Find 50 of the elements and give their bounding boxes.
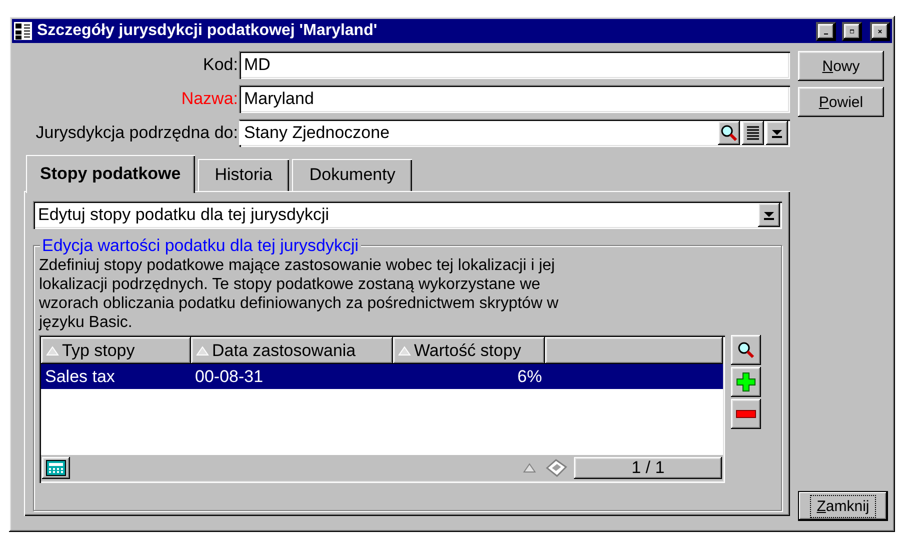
minus-icon <box>736 410 756 418</box>
field-label: Jurysdykcja podrzędna do: <box>34 123 239 143</box>
close-dialog-button[interactable]: Zamknij <box>798 491 888 521</box>
action-button[interactable]: Powiel <box>798 87 884 117</box>
field-label: Nazwa: <box>180 89 239 109</box>
calculator-icon <box>46 460 66 476</box>
group-legend: Edycja wartości podatku dla tej jurysdykcji <box>40 236 361 256</box>
close-button[interactable] <box>870 22 890 40</box>
table-cell-text: 6% <box>516 366 543 386</box>
calculator-button[interactable] <box>42 457 70 479</box>
sort-icon <box>46 346 59 356</box>
action-dropdown[interactable]: Edytuj stopy podatku dla tej jurysdykcji <box>33 201 782 229</box>
description-text: Zdefiniuj stopy podatkowe mające zastosowanie wobec tej lokalizacji i jej lokalizacji podrzędnych. Te stopy podatkowe zostaną wykorzystane we wzorach obliczania podatku definiowanych za pośrednictwem skryptów w języku Basic. <box>39 256 560 332</box>
search-icon <box>720 124 738 142</box>
caret-icon <box>771 128 783 138</box>
action-button[interactable]: Nowy <box>798 51 884 81</box>
add-button[interactable] <box>731 367 761 397</box>
remove-button[interactable] <box>731 399 761 429</box>
tab[interactable]: Stopy podatkowe <box>26 155 195 193</box>
minimize-icon <box>824 32 828 34</box>
table-row[interactable]: Sales tax 00-08-31 6% <box>41 364 723 389</box>
column-header[interactable]: Wartość stopy <box>393 337 545 364</box>
plus-icon <box>736 372 756 392</box>
minimize-button[interactable] <box>816 22 836 40</box>
sort-icon <box>398 346 411 356</box>
list-button[interactable] <box>742 121 764 145</box>
dropdown-button[interactable] <box>766 121 788 145</box>
tab[interactable]: Historia <box>198 159 290 191</box>
close-icon <box>878 26 882 36</box>
search-icon <box>737 341 755 359</box>
maximize-button[interactable] <box>842 22 862 40</box>
caret-icon <box>763 210 775 220</box>
lookup-field[interactable]: Stany Zjednoczone <box>239 119 790 147</box>
table-cell-text: Sales tax <box>44 366 116 386</box>
table-cell-text: 00-08-31 <box>194 366 264 386</box>
text-field[interactable]: MD <box>239 51 790 79</box>
app-icon <box>14 22 32 40</box>
text-field[interactable]: Maryland <box>239 85 790 113</box>
maximize-icon <box>850 26 854 36</box>
sort-icon <box>196 346 209 356</box>
tab[interactable]: Dokumenty <box>292 159 412 191</box>
column-header[interactable]: Typ stopy <box>41 337 191 364</box>
list-icon <box>746 125 760 141</box>
column-header[interactable]: Data zastosowania <box>191 337 393 364</box>
search-button[interactable] <box>731 335 761 365</box>
search-button[interactable] <box>718 121 740 145</box>
sort-icon <box>523 463 536 473</box>
window-title: Szczegóły jurysdykcji podatkowej 'Maryland' <box>37 22 378 40</box>
field-label: Kod: <box>202 55 239 75</box>
page-counter: 1 / 1 <box>574 457 722 479</box>
